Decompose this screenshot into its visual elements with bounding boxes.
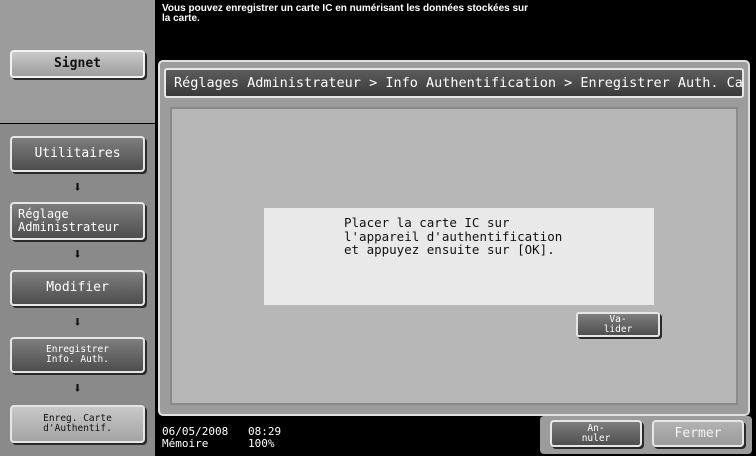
content-area: Placer la carte IC sur l'appareil d'auth… <box>170 107 738 405</box>
down-arrow-icon: ⬇ <box>72 178 83 196</box>
bookmark-button[interactable]: Signet <box>10 50 145 78</box>
memory-value: 100% <box>248 436 275 450</box>
fermer-button[interactable]: Fermer <box>652 420 744 447</box>
breadcrumb: Réglages Administrateur > Info Authentif… <box>164 68 744 98</box>
valider-button[interactable]: Va- lider <box>576 312 660 337</box>
memory-label: Mémoire <box>162 436 209 450</box>
info-message: Vous pouvez enregistrer un carte IC en n… <box>162 3 529 24</box>
bookmark-area: Signet <box>0 0 155 123</box>
status-info: 06/05/2008 08:29 Mémoire 100% <box>162 426 281 449</box>
down-arrow-icon: ⬇ <box>72 313 83 331</box>
step-enreg-carte-authentif-button[interactable]: Enreg. Carte d'Authentif. <box>10 405 145 443</box>
navigation-steps: Utilitaires ⬇ Réglage Administrateur ⬇ M… <box>0 124 155 456</box>
step-reglage-administrateur-button[interactable]: Réglage Administrateur <box>10 202 145 240</box>
main-panel: Réglages Administrateur > Info Authentif… <box>158 60 750 416</box>
instruction-message: Placer la carte IC sur l'appareil d'auth… <box>264 208 654 305</box>
date-text: 06/05/2008 <box>162 425 229 438</box>
annuler-button[interactable]: An- nuler <box>550 420 642 447</box>
down-arrow-icon: ⬇ <box>72 245 83 263</box>
bottom-buttons: An- nuler Fermer <box>540 416 752 454</box>
step-modifier-button[interactable]: Modifier <box>10 270 145 306</box>
down-arrow-icon: ⬇ <box>72 379 83 397</box>
step-utilitaires-button[interactable]: Utilitaires <box>10 136 145 172</box>
step-enregistrer-info-auth-button[interactable]: Enregistrer Info. Auth. <box>10 337 145 373</box>
time-text: 08:29 <box>248 425 282 438</box>
